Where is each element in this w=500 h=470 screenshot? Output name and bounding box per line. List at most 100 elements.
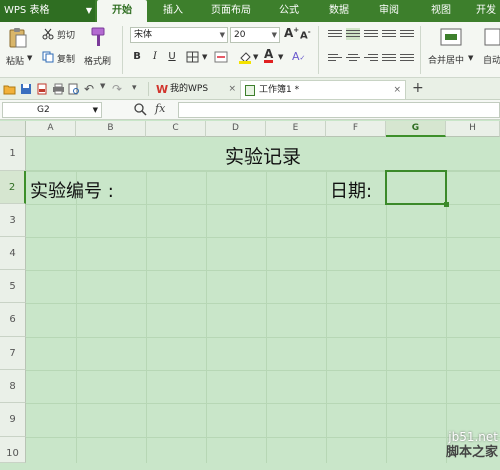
- cut-button[interactable]: 剪切: [57, 28, 75, 41]
- merge-icon[interactable]: [214, 50, 228, 64]
- print-icon[interactable]: [52, 83, 65, 95]
- column-header-e[interactable]: E: [266, 121, 326, 137]
- column-header-h[interactable]: H: [446, 121, 500, 137]
- orientation-icon[interactable]: [382, 28, 396, 40]
- font-color-icon[interactable]: A: [264, 48, 274, 63]
- tab-home[interactable]: 开始: [97, 0, 147, 22]
- insert-function-button[interactable]: fx: [155, 102, 165, 115]
- app-logo-menu[interactable]: WPS 表格 ▼: [0, 0, 95, 22]
- close-icon[interactable]: ×: [228, 80, 236, 99]
- redo-icon[interactable]: ↷: [112, 82, 122, 96]
- paste-dropdown-icon[interactable]: ▼: [27, 54, 32, 62]
- clear-format-icon[interactable]: A✓: [292, 50, 305, 63]
- grid-line: [26, 237, 500, 238]
- row-header-7[interactable]: 7: [0, 337, 26, 370]
- export-pdf-icon[interactable]: [36, 83, 48, 95]
- grid-line: [26, 270, 500, 271]
- tab-page-layout[interactable]: 页面布局: [200, 0, 262, 22]
- tab-view[interactable]: 视图: [420, 0, 462, 22]
- font-size-select[interactable]: 20 ▼: [230, 27, 280, 43]
- row-header-6[interactable]: 6: [0, 303, 26, 337]
- save-icon[interactable]: [20, 83, 32, 95]
- selected-cell-g2[interactable]: [385, 170, 449, 207]
- new-tab-button[interactable]: +: [412, 80, 424, 96]
- row-header-5[interactable]: 5: [0, 270, 26, 303]
- column-header-g[interactable]: G: [386, 121, 446, 137]
- border-icon[interactable]: [186, 51, 200, 63]
- chevron-down-icon[interactable]: ▼: [100, 82, 105, 90]
- merge-center-button[interactable]: 合并居中: [428, 53, 464, 66]
- ribbon-divider: [318, 26, 319, 74]
- distributed-icon[interactable]: [400, 52, 414, 64]
- cell-a1-merged[interactable]: 实验记录: [26, 137, 500, 171]
- align-top-icon[interactable]: [328, 28, 342, 40]
- paste-button[interactable]: 粘贴: [6, 54, 24, 67]
- format-painter-icon[interactable]: [88, 26, 108, 48]
- decrease-font-icon[interactable]: A-: [300, 28, 311, 41]
- customize-toolbar-icon[interactable]: ▾: [132, 83, 137, 93]
- zoom-search-icon[interactable]: [134, 103, 147, 116]
- tab-formula[interactable]: 公式: [268, 0, 310, 22]
- chevron-down-icon[interactable]: ▼: [202, 53, 207, 61]
- cell-a2[interactable]: 实验编号 :: [30, 177, 114, 203]
- tab-developer[interactable]: 开发: [470, 0, 500, 22]
- chevron-down-icon[interactable]: ▼: [253, 53, 258, 61]
- open-folder-icon[interactable]: [3, 83, 16, 95]
- row-header-10[interactable]: 10: [0, 437, 26, 463]
- paste-icon[interactable]: [8, 27, 28, 49]
- row-header-4[interactable]: 4: [0, 237, 26, 270]
- tab-data[interactable]: 数据: [318, 0, 360, 22]
- column-header-f[interactable]: F: [326, 121, 386, 137]
- align-left-icon[interactable]: [328, 52, 342, 64]
- undo-icon[interactable]: ↶: [84, 82, 94, 96]
- watermark-line1: jb51.net: [448, 430, 498, 444]
- doc-tab-my-wps[interactable]: W 我的WPS ×: [152, 80, 240, 99]
- column-header-d[interactable]: D: [206, 121, 266, 137]
- copy-button[interactable]: 复制: [57, 52, 75, 65]
- tab-insert[interactable]: 插入: [152, 0, 194, 22]
- chevron-down-icon: ▼: [85, 6, 92, 15]
- font-name-select[interactable]: 宋体 ▼: [130, 27, 228, 43]
- justify-icon[interactable]: [382, 52, 396, 64]
- merge-center-icon[interactable]: [440, 27, 462, 47]
- auto-wrap-button[interactable]: 自动: [483, 53, 500, 66]
- align-right-icon[interactable]: [364, 52, 378, 64]
- indent-icon[interactable]: [400, 28, 414, 40]
- formula-input[interactable]: [178, 102, 500, 118]
- column-header-b[interactable]: B: [76, 121, 146, 137]
- close-icon[interactable]: ×: [393, 81, 401, 100]
- spreadsheet-icon: [245, 85, 255, 96]
- cell-grid[interactable]: 实验记录 实验编号 : 日期: jb51.net 脚本之家: [26, 137, 500, 463]
- docbar-divider: [148, 82, 149, 96]
- row-header-1[interactable]: 1: [0, 137, 26, 171]
- align-bottom-icon[interactable]: [364, 28, 378, 40]
- bold-button[interactable]: B: [131, 50, 143, 64]
- chevron-down-icon[interactable]: ▼: [468, 54, 473, 62]
- print-preview-icon[interactable]: [68, 83, 80, 95]
- grid-line: [26, 370, 500, 371]
- chevron-down-icon[interactable]: ▼: [278, 53, 283, 61]
- watermark-line2: 脚本之家: [445, 445, 498, 460]
- name-box[interactable]: G2 ▼: [2, 102, 102, 118]
- increase-font-icon[interactable]: A+: [284, 26, 299, 40]
- wrap-text-icon[interactable]: [484, 27, 500, 47]
- cell-f2[interactable]: 日期:: [330, 177, 372, 203]
- formula-bar: G2 ▼ fx: [0, 100, 500, 120]
- row-header-2[interactable]: 2: [0, 171, 26, 204]
- column-header-c[interactable]: C: [146, 121, 206, 137]
- format-painter-button[interactable]: 格式刷: [84, 54, 111, 67]
- grid-line: [26, 403, 500, 404]
- row-header-8[interactable]: 8: [0, 370, 26, 403]
- underline-button[interactable]: U: [166, 50, 178, 64]
- align-middle-icon[interactable]: [346, 28, 360, 40]
- chevron-down-icon: ▼: [92, 106, 98, 114]
- align-center-icon[interactable]: [346, 52, 360, 64]
- italic-button[interactable]: I: [149, 50, 161, 64]
- select-all-corner[interactable]: [0, 121, 26, 137]
- column-header-a[interactable]: A: [26, 121, 76, 137]
- row-header-9[interactable]: 9: [0, 403, 26, 437]
- doc-tab-workbook[interactable]: 工作簿1 * ×: [240, 80, 406, 99]
- fill-color-icon[interactable]: [238, 50, 252, 64]
- tab-review[interactable]: 审阅: [368, 0, 410, 22]
- row-header-3[interactable]: 3: [0, 204, 26, 237]
